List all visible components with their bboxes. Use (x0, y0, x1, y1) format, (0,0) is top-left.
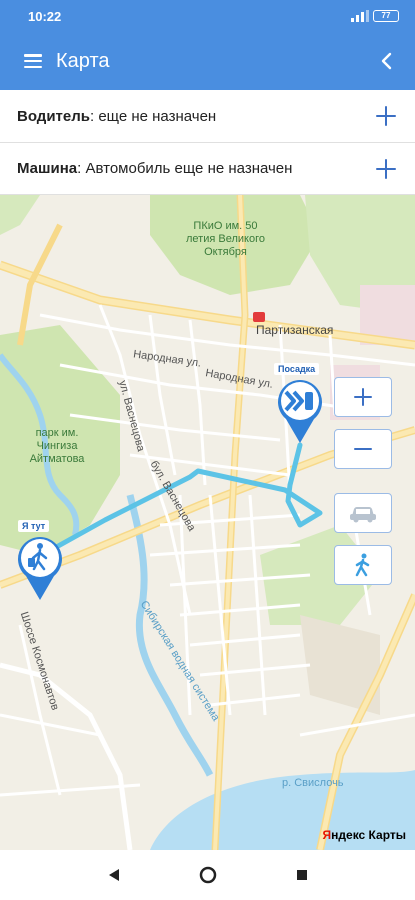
walk-mode-button[interactable] (334, 545, 392, 585)
nav-recents-icon (296, 870, 307, 880)
driver-text: Водитель: еще не назначен (17, 108, 216, 125)
person-pin-icon (18, 537, 63, 600)
car-icon (350, 507, 376, 523)
back-icon[interactable] (375, 49, 399, 73)
app-bar: Карта (0, 32, 415, 90)
car-value: : Автомобиль еще не назначен (77, 160, 293, 177)
yandex-y: Я (322, 828, 332, 842)
system-nav-bar (0, 850, 415, 900)
car-label: Машина (17, 160, 78, 177)
nav-home-icon (199, 866, 216, 884)
driver-label: Водитель (17, 107, 90, 125)
car-mode-button[interactable] (334, 493, 392, 533)
status-time: 10:22 (28, 8, 62, 24)
zoom-out-icon (354, 448, 372, 450)
nav-home-button[interactable] (197, 864, 219, 886)
status-bar: 10:22 77 (0, 0, 415, 32)
driver-row: Водитель: еще не назначен (0, 90, 415, 143)
map-view[interactable]: ПКиО им. 50 летия Великого Октября Парти… (0, 195, 415, 850)
add-driver-icon[interactable] (375, 105, 397, 127)
map-label-street-7: р. Свислочь (282, 777, 344, 789)
zoom-in-button[interactable] (334, 377, 392, 417)
map-label-park-left: парк им. Чингиза Айтматова (29, 427, 85, 465)
add-car-icon[interactable] (375, 158, 397, 180)
menu-icon[interactable] (24, 54, 42, 68)
nav-back-button[interactable] (103, 864, 125, 886)
map-label-metro: Партизанская (256, 323, 334, 337)
car-text: Машина: Автомобиль еще не назначен (17, 160, 292, 177)
signal-icon (351, 10, 369, 22)
map-label-park-top: ПКиО им. 50 летия Великого Октября (186, 220, 265, 258)
yandex-attribution[interactable]: Яндекс Карты (323, 828, 406, 842)
driver-value: : еще не назначен (89, 107, 217, 125)
status-icons: 77 (351, 10, 399, 22)
pickup-tag: Посадка (274, 363, 320, 375)
me-tag: Я тут (18, 520, 50, 532)
zoom-in-icon (354, 388, 372, 406)
walk-icon (355, 553, 370, 577)
car-row: Машина: Автомобиль еще не назначен (0, 143, 415, 195)
nav-back-icon (108, 869, 119, 881)
page-title: Карта (56, 49, 110, 72)
zoom-out-button[interactable] (334, 429, 392, 469)
nav-recents-button[interactable] (291, 864, 313, 886)
yandex-rest: ндекс Карты (331, 828, 406, 842)
pickup-pin-icon (278, 380, 322, 443)
battery-icon: 77 (373, 10, 399, 22)
